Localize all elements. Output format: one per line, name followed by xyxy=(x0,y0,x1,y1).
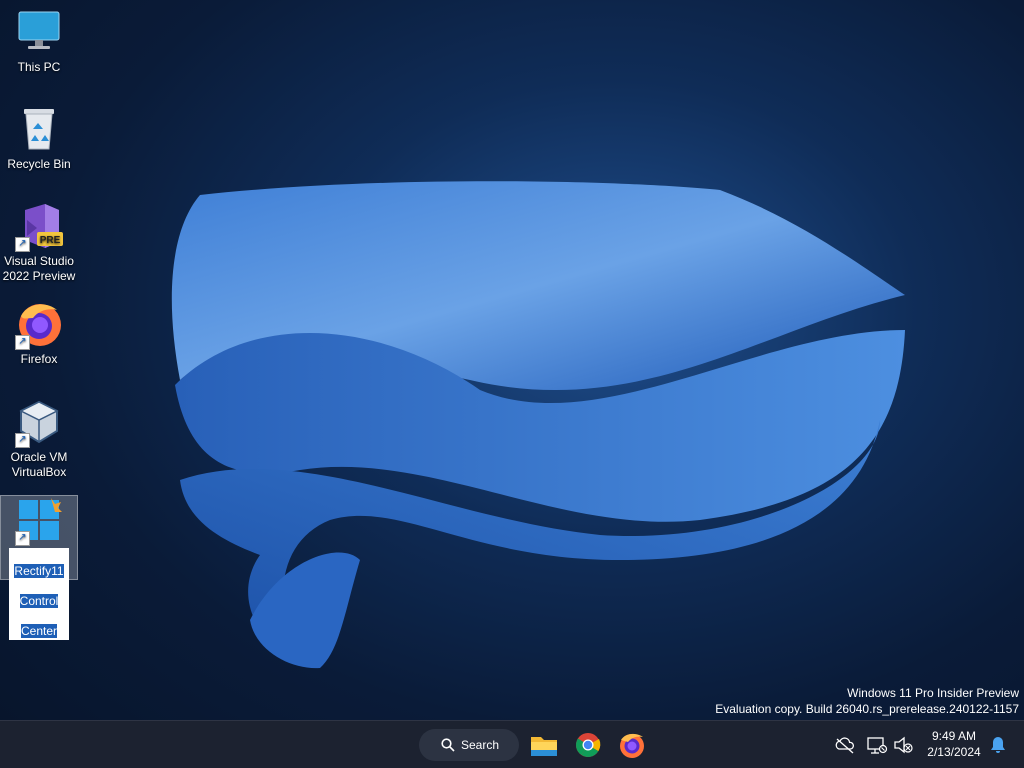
cloud-off-icon xyxy=(835,737,855,754)
file-explorer-icon xyxy=(531,737,557,756)
desktop-icon-label: Oracle VM VirtualBox xyxy=(10,450,68,479)
evaluation-watermark: Windows 11 Pro Insider Preview Evaluatio… xyxy=(715,685,1019,717)
search-label: Search xyxy=(461,738,500,752)
pre-badge: PRE xyxy=(40,235,61,246)
shortcut-arrow-icon: ↗ xyxy=(15,237,30,252)
wallpaper-bloom xyxy=(171,181,905,669)
taskbar: Search 9:49 AM 2/13/2024 xyxy=(0,720,1024,768)
search-icon xyxy=(441,738,455,752)
desktop-icon-this-pc[interactable]: This PC xyxy=(1,8,77,75)
desktop-icon-label: Visual Studio 2022 Preview xyxy=(2,254,76,283)
tray-volume[interactable] xyxy=(892,729,916,761)
clock-time: 9:49 AM xyxy=(931,729,977,743)
taskbar-search-button[interactable]: Search xyxy=(419,729,519,761)
desktop-icon-label: Firefox xyxy=(20,352,58,366)
taskbar-firefox[interactable] xyxy=(616,729,648,761)
desktop-icon-rectify11[interactable]: ↗ Rectify11 Control Center xyxy=(0,495,78,640)
firefox-icon xyxy=(620,733,644,758)
desktop-icon-visual-studio[interactable]: PRE ↗ Visual Studio 2022 Preview xyxy=(1,202,77,284)
rectify11-control-center-icon: ↗ xyxy=(15,496,63,546)
rename-text-line: Control xyxy=(19,594,59,608)
rename-text-line: Center xyxy=(20,624,58,638)
desktop-icon-label: This PC xyxy=(17,60,61,74)
rename-text-line: Rectify11 xyxy=(14,564,64,578)
visual-studio-preview-icon: PRE ↗ xyxy=(15,202,63,252)
tray-notifications[interactable] xyxy=(986,729,1010,761)
clock-date: 2/13/2024 xyxy=(927,745,981,759)
rename-field[interactable]: Rectify11 Control Center xyxy=(9,548,69,640)
tray-onedrive[interactable] xyxy=(833,729,857,761)
taskbar-chrome[interactable] xyxy=(572,729,604,761)
recycle-bin-icon xyxy=(15,105,63,153)
virtualbox-icon: ↗ xyxy=(15,398,63,448)
tray-network[interactable] xyxy=(865,729,889,761)
bell-icon xyxy=(991,737,1005,753)
desktop-icon-firefox[interactable]: ↗ Firefox xyxy=(1,300,77,367)
taskbar-file-explorer[interactable] xyxy=(528,729,560,761)
monitor-icon xyxy=(15,8,63,56)
taskbar-clock[interactable]: 9:49 AM 2/13/2024 xyxy=(918,728,990,760)
watermark-line: Windows 11 Pro Insider Preview xyxy=(847,686,1019,700)
shortcut-arrow-icon: ↗ xyxy=(15,433,30,448)
network-icon xyxy=(867,737,888,754)
desktop-icon-virtualbox[interactable]: ↗ Oracle VM VirtualBox xyxy=(1,398,77,480)
shortcut-arrow-icon: ↗ xyxy=(15,335,30,350)
firefox-icon: ↗ xyxy=(15,300,63,350)
chrome-icon xyxy=(576,733,601,757)
desktop-icon-label: Recycle Bin xyxy=(7,157,71,171)
volume-muted-icon xyxy=(894,736,913,754)
watermark-line: Evaluation copy. Build 26040.rs_prerelea… xyxy=(715,702,1019,716)
desktop-icon-recycle-bin[interactable]: Recycle Bin xyxy=(1,105,77,172)
shortcut-arrow-icon: ↗ xyxy=(15,531,30,546)
